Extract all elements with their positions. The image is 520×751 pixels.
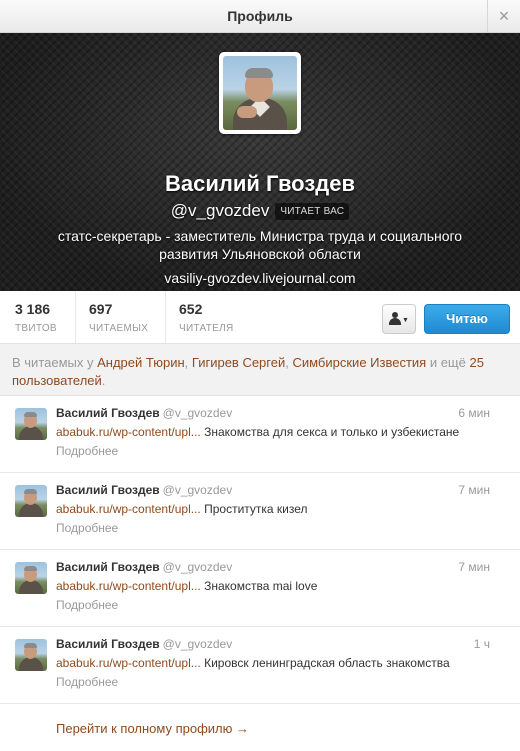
profile-handle: @v_gvozdev — [170, 201, 270, 220]
dialog-title: Профиль — [227, 8, 293, 24]
social-user-link[interactable]: Гигирев Сергей — [192, 355, 285, 370]
tweet-avatar[interactable] — [15, 408, 47, 440]
stat-following[interactable]: 697 ЧИТАЕМЫХ — [75, 291, 165, 343]
tweet-more-link[interactable]: Подробнее — [56, 521, 118, 535]
profile-bio: статс-секретарь - заместитель Министра т… — [57, 228, 463, 262]
tweet-handle: @v_gvozdev — [162, 560, 233, 574]
stat-followers-label: ЧИТАТЕЛЯ — [179, 323, 234, 334]
tweet-handle: @v_gvozdev — [162, 406, 233, 420]
tweet-text: ababuk.ru/wp-content/upl... Знакомства m… — [56, 579, 318, 593]
tweet-avatar[interactable] — [15, 562, 47, 594]
stat-tweets-label: ТВИТОВ — [15, 323, 57, 334]
follow-button[interactable]: Читаю — [424, 304, 510, 334]
follows-you-badge: ЧИТАЕТ ВАС — [275, 203, 350, 220]
social-prefix: В читаемых у — [12, 355, 98, 370]
tweet-more-link[interactable]: Подробнее — [56, 675, 118, 689]
dialog-titlebar: Профиль × — [0, 0, 520, 33]
tweet-item[interactable]: Василий Гвоздев @v_gvozdev 6 мин ababuk.r… — [0, 396, 520, 473]
tweet-avatar[interactable] — [15, 639, 47, 671]
tweet-author[interactable]: Василий Гвоздев @v_gvozdev — [56, 637, 232, 651]
profile-url-link[interactable]: vasiliy-gvozdev.livejournal.com — [0, 270, 520, 286]
tweet-item[interactable]: Василий Гвоздев @v_gvozdev 7 мин ababuk.r… — [0, 473, 520, 550]
stat-followers-value: 652 — [179, 301, 203, 317]
stat-tweets[interactable]: 3 186 ТВИТОВ — [15, 291, 75, 343]
social-user-link[interactable]: Симбирские Известия — [292, 355, 426, 370]
tweet-time[interactable]: 7 мин — [458, 483, 490, 497]
tweet-list: Василий Гвоздев @v_gvozdev 6 мин ababuk.r… — [0, 396, 520, 704]
tweet-link[interactable]: ababuk.ru/wp-content/upl... — [56, 425, 201, 439]
tweet-handle: @v_gvozdev — [162, 637, 233, 651]
profile-avatar[interactable] — [219, 52, 301, 134]
tweet-time[interactable]: 7 мин — [458, 560, 490, 574]
profile-name[interactable]: Василий Гвоздев — [0, 171, 520, 197]
avatar-photo — [223, 56, 297, 130]
tweet-text: ababuk.ru/wp-content/upl... Кировск лени… — [56, 656, 450, 670]
full-profile-link[interactable]: Перейти к полному профилю → — [56, 721, 249, 736]
tweet-time[interactable]: 1 ч — [474, 637, 490, 651]
tweet-author[interactable]: Василий Гвоздев @v_gvozdev — [56, 406, 232, 420]
tweet-avatar[interactable] — [15, 485, 47, 517]
tweet-text: ababuk.ru/wp-content/upl... Знакомства д… — [56, 425, 460, 439]
tweet-handle: @v_gvozdev — [162, 483, 233, 497]
tweet-item[interactable]: Василий Гвоздев @v_gvozdev 1 ч ababuk.ru/… — [0, 627, 520, 704]
tweet-author[interactable]: Василий Гвоздев @v_gvozdev — [56, 560, 232, 574]
profile-handle-row: @v_gvozdev ЧИТАЕТ ВАС — [0, 201, 520, 221]
tweet-item[interactable]: Василий Гвоздев @v_gvozdev 7 мин ababuk.r… — [0, 550, 520, 627]
social-context: В читаемых у Андрей Тюрин, Гигирев Серге… — [0, 344, 520, 396]
stat-tweets-value: 3 186 — [15, 301, 51, 317]
caret-down-icon: ▼ — [402, 317, 409, 324]
tweet-more-link[interactable]: Подробнее — [56, 444, 118, 458]
tweet-text: ababuk.ru/wp-content/upl... Проститутка … — [56, 502, 308, 516]
stat-following-label: ЧИТАЕМЫХ — [89, 323, 149, 334]
tweet-author[interactable]: Василий Гвоздев @v_gvozdev — [56, 483, 232, 497]
profile-header: Василий Гвоздев @v_gvozdev ЧИТАЕТ ВАС ста… — [0, 33, 520, 291]
tweet-time[interactable]: 6 мин — [458, 406, 490, 420]
tweet-more-link[interactable]: Подробнее — [56, 598, 118, 612]
close-icon[interactable]: × — [487, 0, 520, 33]
stat-following-value: 697 — [89, 301, 113, 317]
tweet-link[interactable]: ababuk.ru/wp-content/upl... — [56, 579, 201, 593]
person-icon — [389, 312, 402, 325]
stat-followers[interactable]: 652 ЧИТАТЕЛЯ — [165, 291, 255, 343]
tweet-link[interactable]: ababuk.ru/wp-content/upl... — [56, 656, 201, 670]
tweet-link[interactable]: ababuk.ru/wp-content/upl... — [56, 502, 201, 516]
social-user-link[interactable]: Андрей Тюрин — [97, 355, 185, 370]
user-actions-dropdown[interactable]: ▼ — [382, 304, 416, 334]
